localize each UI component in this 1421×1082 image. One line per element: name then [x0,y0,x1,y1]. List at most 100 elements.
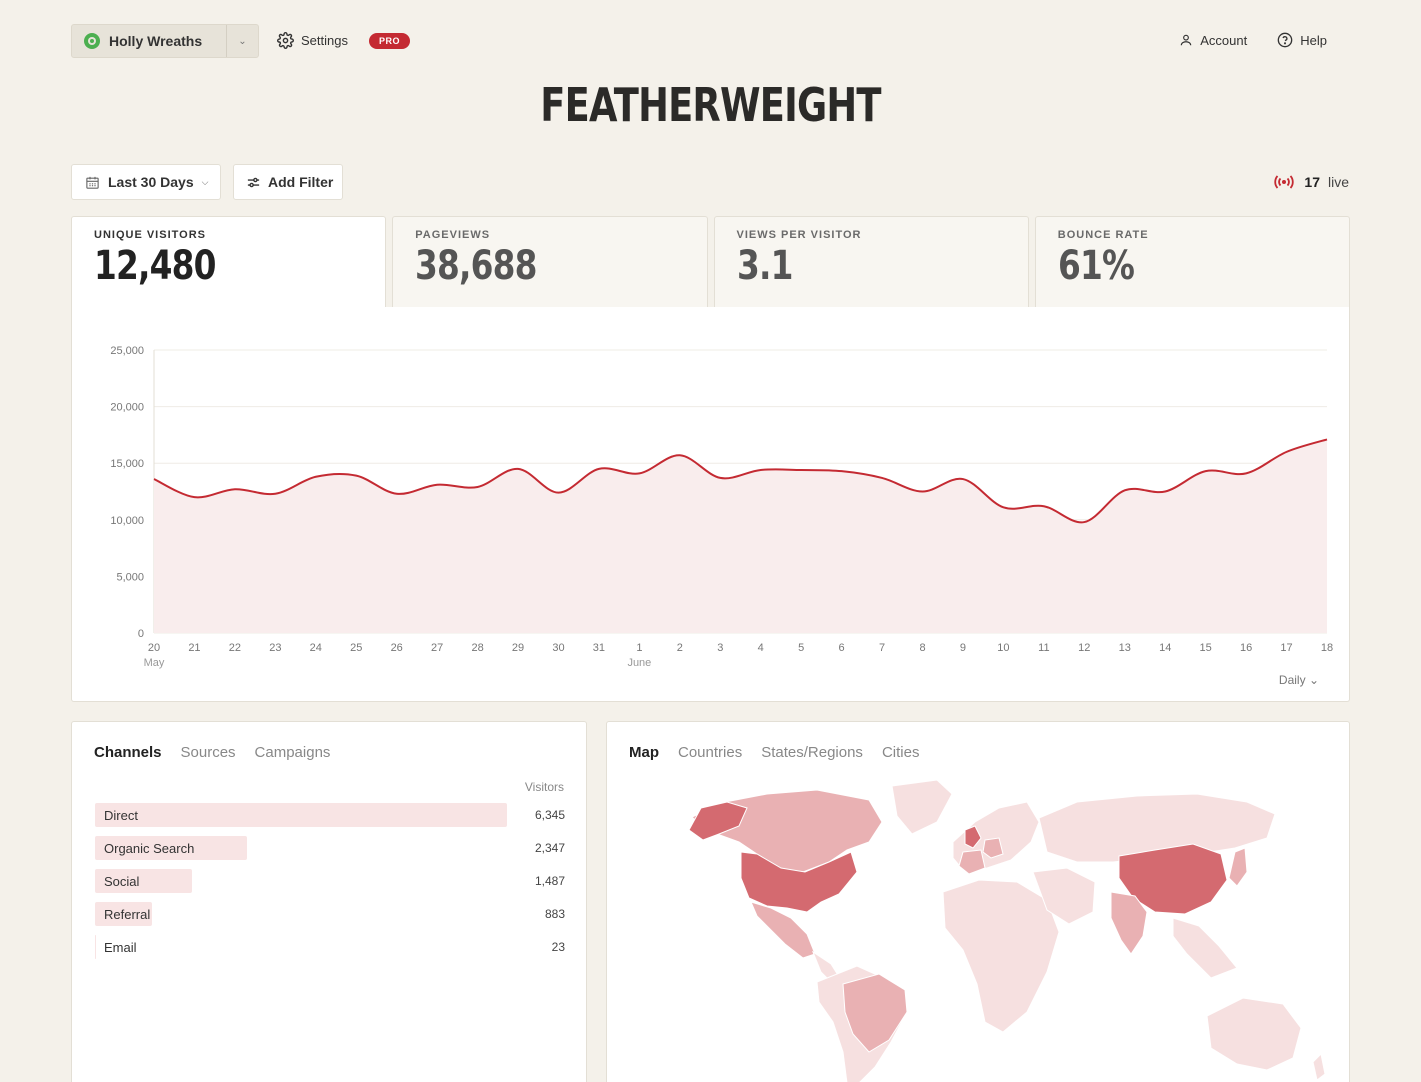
x-tick-label: 22 [229,642,241,654]
stat-value: 38,688 [415,243,537,289]
data-point[interactable] [1201,466,1211,476]
live-broadcast-icon [1274,175,1295,189]
account-link[interactable]: Account [1179,33,1247,48]
data-point[interactable] [432,480,442,490]
x-tick-label: 23 [269,642,281,654]
channel-row[interactable]: Email 23 [95,935,565,959]
data-point[interactable] [311,472,321,482]
stat-label: BOUNCE RATE [1057,229,1149,241]
data-point[interactable] [1160,487,1170,497]
x-tick-label: 10 [997,642,1009,654]
tab-states-regions[interactable]: States/Regions [761,744,863,761]
channel-visitors: 23 [551,940,565,954]
visitors-column-header: Visitors [524,780,564,794]
site-switcher[interactable]: Holly Wreaths ⌄ [71,24,259,58]
x-tick-label: 26 [391,642,403,654]
interval-select[interactable]: Daily ⌄ [1279,673,1319,687]
world-map[interactable] [607,722,1351,1082]
stat-unique-visitors[interactable]: UNIQUE VISITORS 12,480 [71,216,387,308]
data-point[interactable] [1322,434,1332,444]
data-point[interactable] [1282,447,1292,457]
data-point[interactable] [1241,468,1251,478]
x-tick-label: 30 [552,642,564,654]
data-point[interactable] [270,489,280,499]
channel-visitors: 883 [544,907,565,921]
settings-label: Settings [301,33,348,48]
tab-cities[interactable]: Cities [882,744,920,761]
map-country-australia[interactable] [1206,997,1302,1071]
data-point[interactable] [958,474,968,484]
x-tick-label: 29 [512,642,524,654]
channel-row[interactable]: Referral 883 [95,902,565,926]
live-label: live [1327,174,1349,190]
tab-countries[interactable]: Countries [678,744,742,761]
x-tick-label: 4 [758,642,764,654]
x-tick-label: 3 [717,642,723,654]
tab-channels[interactable]: Channels [94,744,162,761]
data-point[interactable] [634,468,644,478]
tab-campaigns[interactable]: Campaigns [255,744,331,761]
channel-row[interactable]: Organic Search 2,347 [95,836,565,860]
stat-views-per-visitor[interactable]: VIEWS PER VISITOR 3.1 [713,216,1029,308]
visitors-chart[interactable]: 05,00010,00015,00020,00025,00020 21 22 23 24… [72,307,1351,702]
data-point[interactable] [877,473,887,483]
map-country-new-zealand[interactable] [1312,1052,1326,1081]
map-panel: Map Countries States/Regions Cities [606,721,1350,1082]
data-point[interactable] [998,502,1008,512]
interval-label: Daily [1278,673,1306,687]
y-tick-label: 5,000 [116,571,144,583]
data-point[interactable] [918,487,928,497]
chevron-down-icon: ⌄ [1308,673,1319,687]
data-point[interactable] [553,488,563,498]
data-point[interactable] [392,489,402,499]
channel-visitors: 6,345 [534,808,565,822]
map-country-africa[interactable] [942,879,1060,1033]
x-tick-label: 20 [148,642,160,654]
x-tick-label: 21 [188,642,200,654]
logo[interactable]: FEATHERWEIGHT [142,78,1279,132]
channel-name: Email [104,940,137,955]
tab-map[interactable]: Map [629,744,659,761]
data-point[interactable] [756,465,766,475]
data-point[interactable] [1079,517,1089,527]
data-point[interactable] [1039,501,1049,511]
data-point[interactable] [189,492,199,502]
y-tick-label: 15,000 [110,458,144,470]
channel-row[interactable]: Direct 6,345 [95,803,565,827]
data-point[interactable] [230,484,240,494]
x-tick-label: 6 [839,642,845,654]
data-point[interactable] [1120,485,1130,495]
stat-pageviews[interactable]: PAGEVIEWS 38,688 [392,216,708,308]
y-tick-label: 10,000 [110,515,144,527]
map-country-greenland[interactable] [891,779,953,835]
data-point[interactable] [351,471,361,481]
data-point[interactable] [473,482,483,492]
add-filter-button[interactable]: Add Filter [233,164,343,200]
channel-name: Referral [104,907,151,922]
channel-row[interactable]: Social 1,487 [95,869,565,893]
map-country-japan[interactable] [1228,847,1248,887]
channel-name: Direct [104,808,138,823]
x-tick-label: 7 [879,642,885,654]
help-link[interactable]: Help [1277,32,1327,48]
data-point[interactable] [675,450,685,460]
map-country-southeast-asia[interactable] [1172,917,1238,979]
data-point[interactable] [715,473,725,483]
data-point[interactable] [594,464,604,474]
data-point[interactable] [149,474,159,484]
date-range-button[interactable]: Last 30 Days ⌵ [71,164,221,200]
live-indicator[interactable]: 17 live [1274,174,1349,190]
stat-value: 12,480 [94,243,216,289]
stat-bounce-rate[interactable]: BOUNCE RATE 61% [1034,216,1350,308]
tab-sources[interactable]: Sources [181,744,236,761]
stat-value: 61% [1057,243,1135,289]
chevron-down-icon[interactable]: ⌄ [226,25,258,57]
data-point[interactable] [837,466,847,476]
x-tick-label: 28 [471,642,483,654]
calendar-icon [86,176,99,189]
channels-panel: Channels Sources Campaigns Visitors Dire… [71,721,587,1082]
sliders-icon [247,177,260,187]
data-point[interactable] [513,464,523,474]
settings-link[interactable]: Settings [277,32,348,49]
data-point[interactable] [796,465,806,475]
